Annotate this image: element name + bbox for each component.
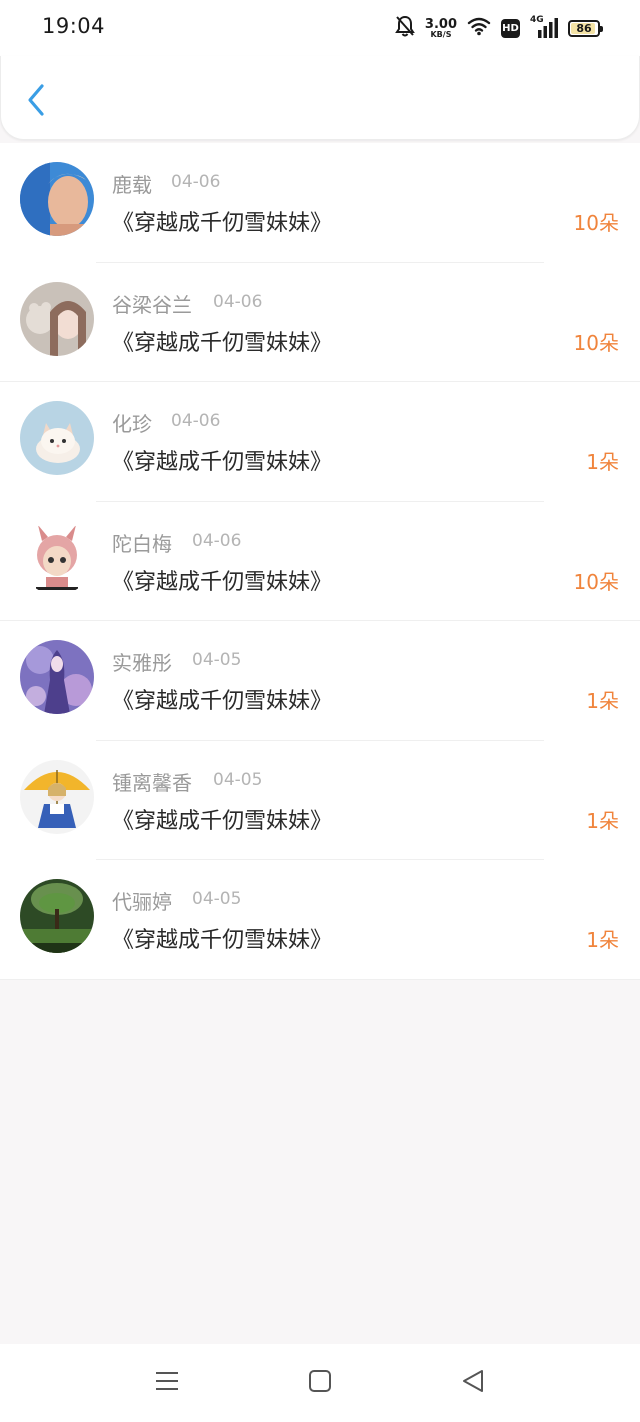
gift-list: 鹿载 04-06 《穿越成千仞雪妹妹》 10朵 谷梁谷兰 04-06 《穿越成千…	[0, 143, 640, 980]
user-name: 化珍	[112, 412, 152, 436]
gift-date: 04-06	[192, 530, 242, 551]
wifi-icon	[467, 16, 491, 40]
user-name: 实雅彤	[112, 651, 172, 675]
network-speed-unit: KB/S	[430, 29, 452, 39]
menu-icon	[154, 1369, 180, 1397]
book-title: 《穿越成千仞雪妹妹》	[112, 928, 333, 953]
avatar[interactable]	[20, 640, 94, 714]
list-item[interactable]: 鹿载 04-06 《穿越成千仞雪妹妹》 10朵	[0, 143, 640, 263]
network-speed-value: 3.00	[424, 16, 457, 32]
avatar-cartoon-bunny-girl-icon	[20, 520, 94, 595]
avatar-kitten-icon	[20, 401, 94, 475]
avatar[interactable]	[20, 759, 94, 834]
book-title: 《穿越成千仞雪妹妹》	[112, 450, 333, 475]
user-name: 陀白梅	[112, 531, 172, 556]
flower-count: 10朵	[573, 569, 619, 594]
list-item[interactable]: 锺离馨香 04-05 《穿越成千仞雪妹妹》 1朵	[0, 741, 640, 860]
book-title: 《穿越成千仞雪妹妹》	[112, 689, 333, 714]
bell-muted-icon	[395, 15, 415, 41]
gift-date: 04-06	[213, 291, 263, 312]
divider	[0, 978, 640, 980]
avatar[interactable]	[20, 401, 94, 475]
avatar-green-tree-icon	[20, 879, 94, 953]
battery-level: 86	[576, 21, 592, 35]
user-name: 谷梁谷兰	[112, 292, 192, 317]
flower-count: 10朵	[573, 211, 619, 235]
menu-button[interactable]	[147, 1366, 187, 1400]
back-button[interactable]	[19, 82, 53, 122]
list-item[interactable]: 谷梁谷兰 04-06 《穿越成千仞雪妹妹》 10朵	[0, 263, 640, 382]
list-item[interactable]: 代骊婷 04-05 《穿越成千仞雪妹妹》 1朵	[0, 860, 640, 980]
status-time: 19:04	[42, 14, 106, 38]
status-bar: 19:04 3.00 KB/S HD 4G 86	[0, 0, 640, 56]
avatar-purple-anime-icon	[20, 640, 94, 714]
status-icons: 3.00 KB/S HD 4G 86	[395, 14, 603, 42]
avatar[interactable]	[20, 281, 94, 356]
book-title: 《穿越成千仞雪妹妹》	[112, 330, 333, 356]
home-button[interactable]	[300, 1366, 340, 1400]
flower-count: 1朵	[586, 689, 619, 713]
gift-date: 04-05	[192, 889, 242, 909]
book-title: 《穿越成千仞雪妹妹》	[112, 211, 333, 236]
hd-icon: HD	[501, 18, 520, 38]
avatar[interactable]	[20, 520, 94, 595]
user-name: 代骊婷	[112, 890, 172, 914]
user-name: 锺离馨香	[112, 770, 192, 795]
back-nav-button[interactable]	[453, 1366, 493, 1400]
gift-date: 04-05	[192, 650, 242, 670]
home-square-icon	[308, 1369, 332, 1397]
flower-count: 10朵	[573, 330, 619, 355]
chevron-left-icon	[26, 83, 46, 121]
avatar[interactable]	[20, 879, 94, 953]
flower-count: 1朵	[586, 450, 619, 474]
system-nav-bar	[0, 1344, 640, 1422]
user-name: 鹿载	[112, 173, 152, 197]
avatar[interactable]	[20, 162, 94, 236]
list-item[interactable]: 实雅彤 04-05 《穿越成千仞雪妹妹》 1朵	[0, 621, 640, 741]
gift-date: 04-05	[213, 769, 263, 790]
avatar-anime-umbrella-girl-icon	[20, 759, 94, 834]
gift-date: 04-06	[171, 172, 221, 192]
book-title: 《穿越成千仞雪妹妹》	[112, 569, 333, 595]
list-item[interactable]: 化珍 04-06 《穿越成千仞雪妹妹》 1朵	[0, 382, 640, 502]
avatar-girl-with-plush-icon	[20, 281, 94, 356]
header-bar	[0, 56, 640, 140]
book-title: 《穿越成千仞雪妹妹》	[112, 808, 333, 834]
back-triangle-icon	[461, 1369, 485, 1397]
avatar-man-photo-icon	[20, 162, 94, 236]
flower-count: 1朵	[586, 928, 619, 952]
flower-count: 1朵	[586, 808, 619, 833]
battery-icon: 86	[568, 19, 603, 37]
signal-icon: 4G	[530, 15, 558, 39]
network-speed: 3.00 KB/S	[425, 18, 457, 39]
list-item[interactable]: 陀白梅 04-06 《穿越成千仞雪妹妹》 10朵	[0, 502, 640, 621]
gift-date: 04-06	[171, 411, 221, 431]
